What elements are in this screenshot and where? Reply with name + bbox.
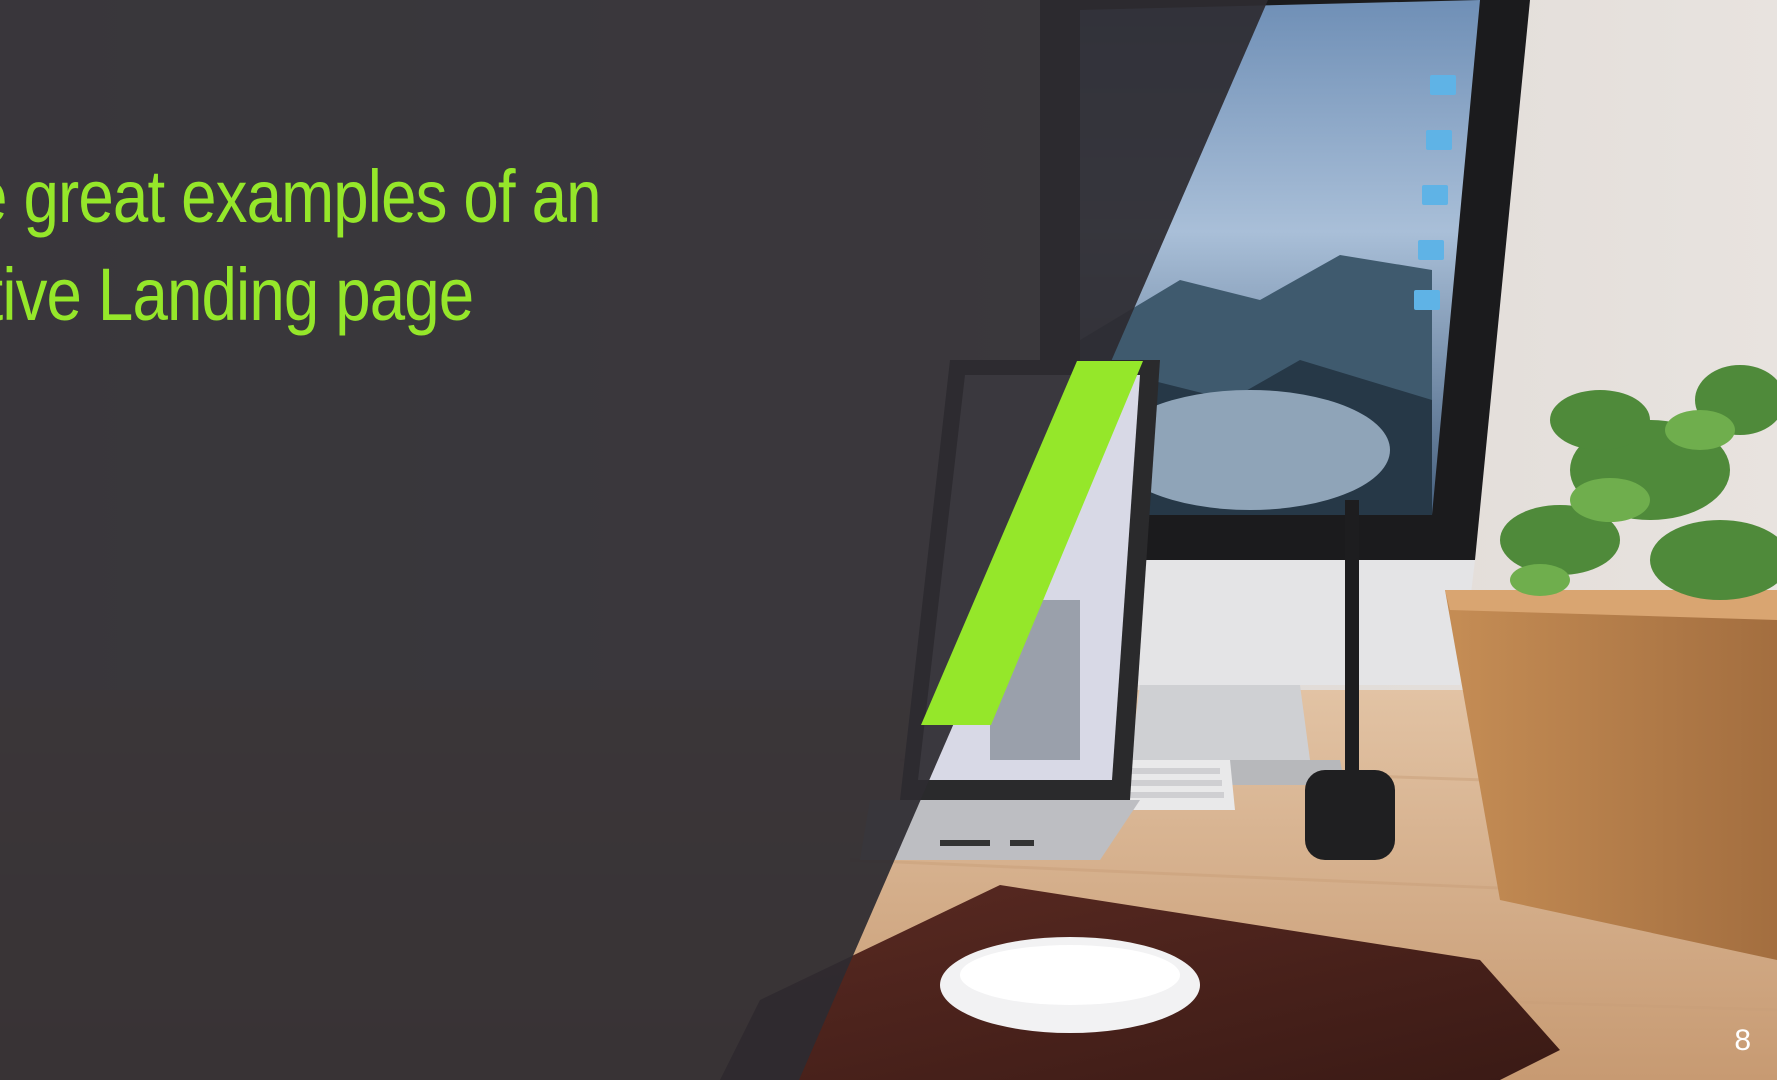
title-line-2: ective Landing page (0, 253, 474, 336)
page-number: 8 (1734, 1024, 1751, 1057)
slide-title: me great examples of an ective Landing p… (0, 148, 694, 344)
slide: me great examples of an ective Landing p… (0, 0, 1777, 1080)
title-line-1: me great examples of an (0, 155, 601, 238)
